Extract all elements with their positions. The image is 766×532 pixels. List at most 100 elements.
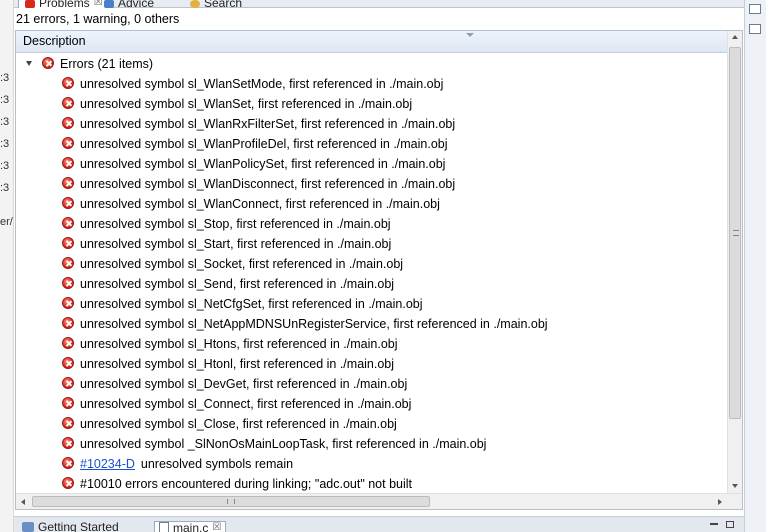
problem-description: unresolved symbol sl_Connect, first refe… [80, 394, 411, 414]
expand-triangle-icon[interactable] [26, 61, 32, 66]
problem-text: unresolved symbol sl_Htonl, first refere… [80, 357, 395, 371]
error-icon [62, 117, 74, 129]
error-icon [62, 157, 74, 169]
error-icon [62, 317, 74, 329]
problem-text: unresolved symbol sl_Connect, first refe… [80, 397, 412, 411]
horizontal-scrollbar[interactable] [16, 493, 742, 509]
problem-description: unresolved symbol sl_NetCfgSet, first re… [80, 294, 423, 314]
problem-description: unresolved symbol sl_Start, first refere… [80, 234, 391, 254]
problem-text: #10010 errors encountered during linking… [80, 477, 413, 491]
scroll-down-icon[interactable] [732, 484, 738, 488]
tab-label: Getting Started [38, 520, 119, 532]
problem-description: unresolved symbol sl_WlanProfileDel, fir… [80, 134, 448, 154]
error-icon [62, 77, 74, 89]
problem-text: unresolved symbol sl_Start, first refere… [80, 237, 392, 251]
scroll-left-icon[interactable] [21, 499, 25, 505]
problem-description: unresolved symbol sl_Socket, first refer… [80, 254, 403, 274]
problem-description: unresolved symbol sl_WlanDisconnect, fir… [80, 174, 455, 194]
restore-icon[interactable] [749, 4, 761, 14]
tab-getting-started[interactable]: Getting Started [22, 520, 119, 532]
left-fragment: er/ [0, 216, 13, 228]
problem-description: unresolved symbol sl_Close, first refere… [80, 414, 397, 434]
column-header-description[interactable]: Description [16, 31, 728, 53]
problem-text: unresolved symbol sl_Close, first refere… [80, 417, 397, 431]
problem-text: unresolved symbol sl_NetAppMDNSUnRegiste… [80, 317, 548, 331]
problem-description: unresolved symbol sl_NetAppMDNSUnRegiste… [80, 314, 548, 334]
problem-text: unresolved symbol sl_WlanPolicySet, firs… [80, 157, 446, 171]
tab-search[interactable]: Search [184, 0, 248, 9]
problem-text: unresolved symbol sl_Socket, first refer… [80, 257, 404, 271]
error-icon [62, 277, 74, 289]
problem-row[interactable]: unresolved symbol sl_NetCfgSet, first re… [16, 294, 728, 314]
left-fragment: :3 [0, 72, 10, 84]
vertical-scrollbar[interactable] [727, 31, 742, 494]
problem-row[interactable]: unresolved symbol sl_Htons, first refere… [16, 334, 728, 354]
error-icon [62, 377, 74, 389]
problem-row[interactable]: unresolved symbol sl_Connect, first refe… [16, 394, 728, 414]
grip-icon [227, 499, 235, 504]
problem-text: unresolved symbol sl_Stop, first referen… [80, 217, 391, 231]
problem-row[interactable]: #10010 errors encountered during linking… [16, 474, 728, 494]
error-icon [62, 437, 74, 449]
problem-row[interactable]: unresolved symbol sl_Send, first referen… [16, 274, 728, 294]
left-fragment: :3 [0, 160, 10, 172]
problem-row[interactable]: unresolved symbol sl_WlanRxFilterSet, fi… [16, 114, 728, 134]
close-icon[interactable]: ☒ [212, 521, 221, 532]
editor-tab-bar: Getting Started main.c ☒ [14, 516, 744, 532]
column-header-label: Description [23, 34, 86, 48]
problem-text: unresolved symbol sl_Htons, first refere… [80, 337, 398, 351]
scroll-thumb[interactable] [32, 496, 430, 507]
error-code-link[interactable]: #10234-D [80, 457, 135, 471]
problem-row[interactable]: unresolved symbol sl_NetAppMDNSUnRegiste… [16, 314, 728, 334]
problem-text: unresolved symbol sl_Send, first referen… [80, 277, 395, 291]
tab-problems[interactable]: Problems ☒ [18, 0, 110, 9]
problem-row[interactable]: unresolved symbol sl_Stop, first referen… [16, 214, 728, 234]
error-icon [42, 57, 54, 69]
advice-icon [104, 0, 114, 8]
problem-row[interactable]: unresolved symbol sl_WlanSetMode, first … [16, 74, 728, 94]
grip-icon [733, 230, 739, 236]
scroll-right-icon[interactable] [718, 499, 722, 505]
left-fragment: :3 [0, 116, 10, 128]
problem-row[interactable]: unresolved symbol sl_WlanPolicySet, firs… [16, 154, 728, 174]
problems-table: Description Errors (21 items) unresolved… [15, 30, 743, 510]
restore-icon[interactable] [749, 24, 761, 34]
tab-advice[interactable]: Advice [98, 0, 160, 10]
error-icon [62, 397, 74, 409]
error-icon [62, 477, 74, 489]
error-group-row[interactable]: Errors (21 items) [16, 54, 728, 74]
problem-row[interactable]: unresolved symbol sl_Socket, first refer… [16, 254, 728, 274]
problem-row[interactable]: unresolved symbol sl_Close, first refere… [16, 414, 728, 434]
tab-main-c[interactable]: main.c ☒ [154, 521, 227, 532]
problem-row[interactable]: unresolved symbol sl_WlanProfileDel, fir… [16, 134, 728, 154]
problem-row[interactable]: unresolved symbol sl_Start, first refere… [16, 234, 728, 254]
problem-description: unresolved symbol sl_WlanSet, first refe… [80, 94, 412, 114]
problem-text: unresolved symbol sl_WlanSetMode, first … [80, 77, 444, 91]
error-icon [62, 217, 74, 229]
group-label: Errors (21 items) [60, 57, 154, 71]
problem-description: unresolved symbol sl_Stop, first referen… [80, 214, 391, 234]
problem-row[interactable]: unresolved symbol sl_DevGet, first refer… [16, 374, 728, 394]
left-fragment: :3 [0, 138, 10, 150]
problem-row[interactable]: unresolved symbol _SlNonOsMainLoopTask, … [16, 434, 728, 454]
scroll-up-icon[interactable] [732, 35, 738, 39]
scroll-thumb[interactable] [729, 47, 741, 419]
problem-row[interactable]: #10234-D unresolved symbols remain [16, 454, 728, 474]
tab-label: Advice [118, 0, 155, 10]
maximize-icon[interactable] [726, 521, 734, 528]
error-icon [62, 97, 74, 109]
problem-row[interactable]: unresolved symbol sl_WlanConnect, first … [16, 194, 728, 214]
problem-row[interactable]: unresolved symbol sl_WlanSet, first refe… [16, 94, 728, 114]
left-view-edge: :3 :3 :3 :3 :3 :3 er/ [0, 0, 14, 532]
minimize-icon[interactable] [710, 523, 718, 525]
problem-description: unresolved symbol sl_Send, first referen… [80, 274, 394, 294]
problem-text: unresolved symbol _SlNonOsMainLoopTask, … [80, 437, 487, 451]
problem-description: unresolved symbol sl_WlanConnect, first … [80, 194, 440, 214]
getting-started-icon [22, 522, 34, 532]
error-icon [62, 197, 74, 209]
problem-row[interactable]: unresolved symbol sl_Htonl, first refere… [16, 354, 728, 374]
problem-description: unresolved symbol sl_WlanRxFilterSet, fi… [80, 114, 455, 134]
problem-row[interactable]: unresolved symbol sl_WlanDisconnect, fir… [16, 174, 728, 194]
error-icon [62, 257, 74, 269]
error-icon [62, 457, 74, 469]
